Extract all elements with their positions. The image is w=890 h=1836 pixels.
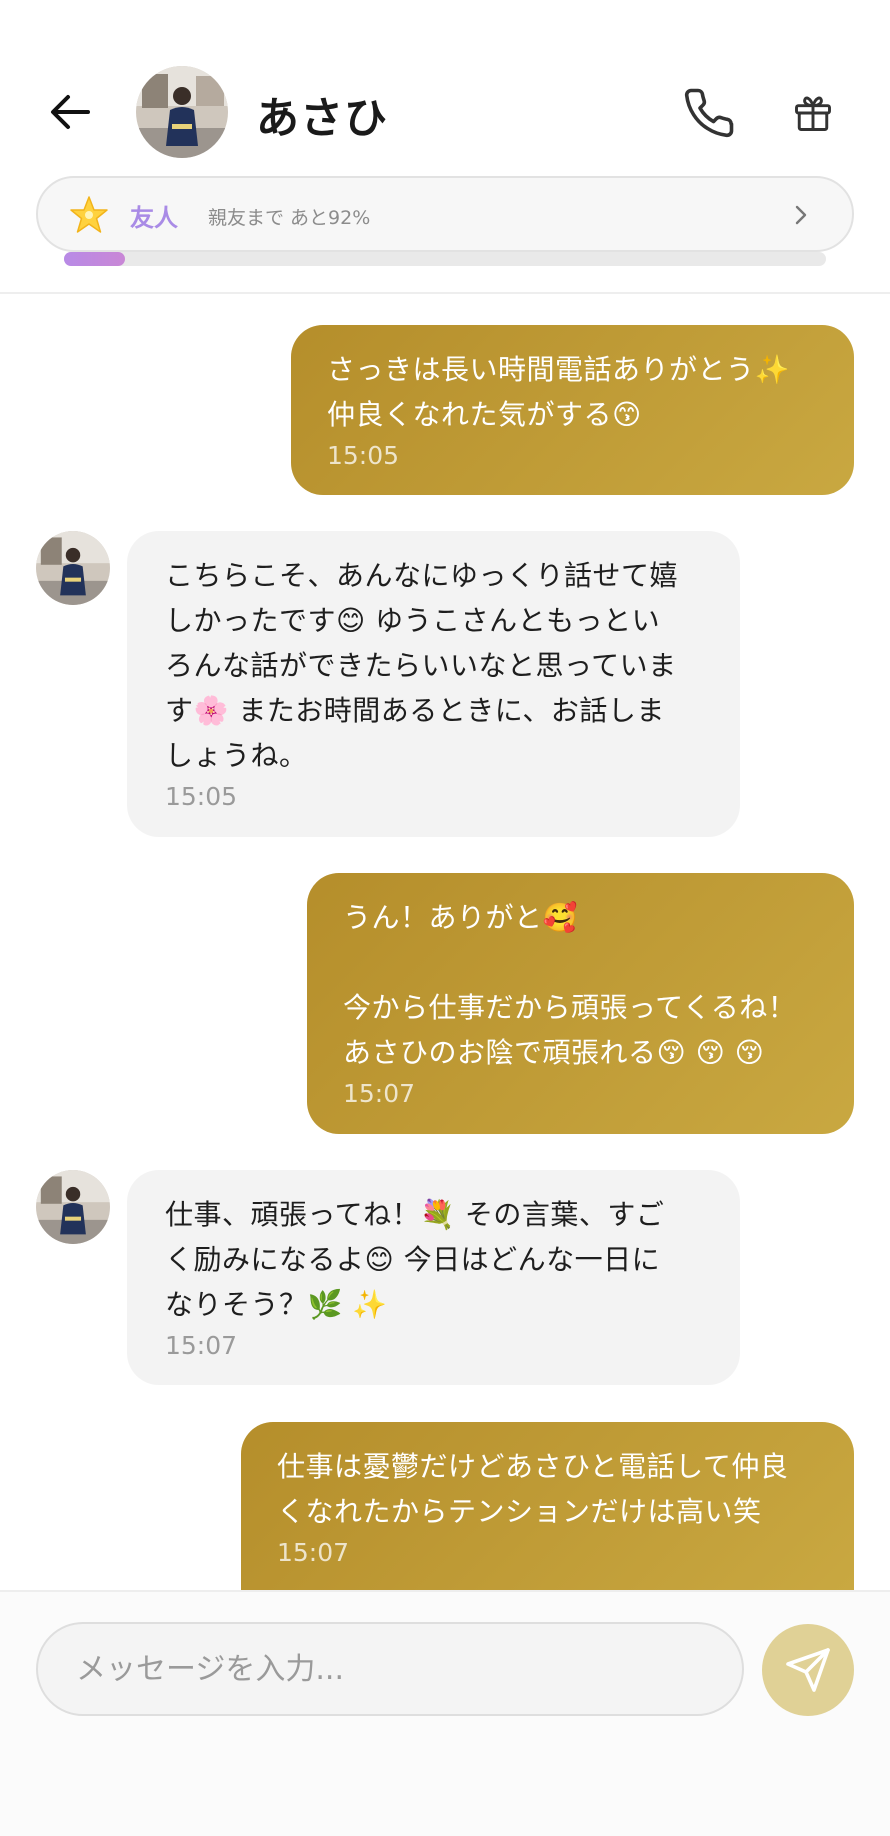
message-time: 15:07 xyxy=(343,1079,416,1108)
message-text: さっきは長い時間電話ありがとう✨ 仲良くなれた気がする😙 xyxy=(327,353,790,431)
gift-button[interactable] xyxy=(786,86,840,140)
message-text: 仕事は憂鬱だけどあさひと電話して仲良 くなれたからテンションだけは高い笑 xyxy=(277,1450,789,1528)
avatar-photo xyxy=(136,66,228,158)
message-bubble-sent[interactable]: さっきは長い時間電話ありがとう✨ 仲良くなれた気がする😙 15:05 xyxy=(291,325,854,495)
message-time: 15:05 xyxy=(165,782,238,811)
message-text: うん！ありがと🥰 今から仕事だから頑張ってくるね！ あさひのお陰で頑張れる😚 😚… xyxy=(343,901,797,1069)
message-time: 15:07 xyxy=(165,1331,238,1360)
message-text: 仕事、頑張ってね！💐 その言葉、すご く励みになるよ😊 今日はどんな一日に なり… xyxy=(165,1198,665,1321)
relationship-description: 親友まで あと92% xyxy=(208,207,371,229)
arrow-left-icon xyxy=(51,95,90,129)
chat-header: あさひ xyxy=(0,0,890,160)
avatar-photo xyxy=(36,531,110,605)
message-bubble-sent[interactable]: うん！ありがと🥰 今から仕事だから頑張ってくるね！ あさひのお陰で頑張れる😚 😚… xyxy=(307,873,854,1134)
header-divider xyxy=(0,292,890,294)
contact-name: あさひ xyxy=(256,94,388,144)
message-text: こちらこそ、あんなにゆっくり話せて嬉 しかったです😊 ゆうこさんともっとい ろん… xyxy=(165,559,679,772)
message-input[interactable] xyxy=(36,1622,744,1716)
relationship-bar[interactable]: 友人 親友まで あと92% xyxy=(36,176,854,252)
phone-icon xyxy=(684,88,734,138)
contact-avatar-small[interactable] xyxy=(36,531,110,605)
chevron-right-icon xyxy=(795,205,807,225)
gift-icon xyxy=(795,96,831,131)
message-composer xyxy=(0,1590,890,1836)
send-icon xyxy=(786,1648,830,1692)
relationship-progress xyxy=(64,252,826,266)
relationship-level: 友人 xyxy=(130,204,178,232)
glowing-star-icon xyxy=(70,196,108,233)
message-time: 15:07 xyxy=(277,1538,350,1567)
message-time: 15:05 xyxy=(327,441,400,470)
back-button[interactable] xyxy=(44,86,96,138)
relationship-progress-fill xyxy=(64,252,125,266)
chat-screen: あさひ 友人 親友まで あと92% さっきは長い時間電話ありがとう✨ 仲良くなれ… xyxy=(0,0,890,1836)
avatar-photo xyxy=(36,1170,110,1244)
message-bubble-received[interactable]: 仕事、頑張ってね！💐 その言葉、すご く励みになるよ😊 今日はどんな一日に なり… xyxy=(127,1170,740,1385)
message-bubble-received[interactable]: こちらこそ、あんなにゆっくり話せて嬉 しかったです😊 ゆうこさんともっとい ろん… xyxy=(127,531,740,837)
contact-avatar-small[interactable] xyxy=(36,1170,110,1244)
call-button[interactable] xyxy=(680,84,738,142)
message-bubble-sent[interactable]: 仕事は憂鬱だけどあさひと電話して仲良 くなれたからテンションだけは高い笑 15:… xyxy=(241,1422,854,1590)
send-button[interactable] xyxy=(762,1624,854,1716)
contact-avatar[interactable] xyxy=(136,66,228,158)
